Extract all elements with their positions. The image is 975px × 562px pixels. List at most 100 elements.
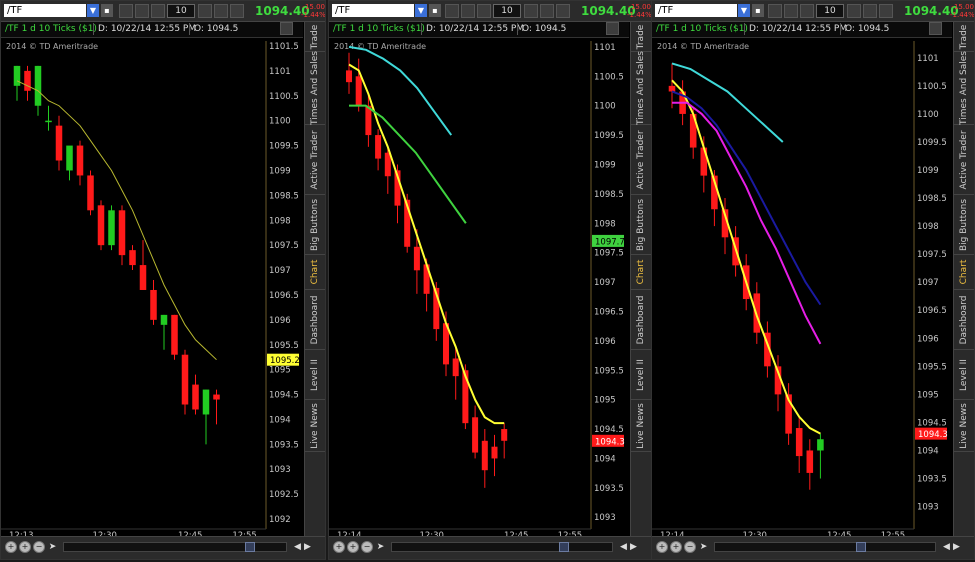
y-tick-label: 1099 bbox=[594, 160, 616, 170]
side-tab-level-ii[interactable]: Level II bbox=[954, 350, 974, 400]
candle-body bbox=[66, 145, 73, 171]
side-tab-live-news[interactable]: Live News bbox=[954, 400, 974, 452]
zoom-in-icon[interactable]: + bbox=[19, 541, 31, 553]
pan-icon[interactable]: + bbox=[333, 541, 345, 553]
scroll-right-icon[interactable]: ▶ bbox=[952, 541, 961, 553]
y-tick-label: 1095.5 bbox=[594, 366, 624, 376]
candle-body bbox=[108, 210, 115, 246]
y-tick-label: 1100.5 bbox=[269, 92, 299, 102]
side-tab-chart[interactable]: Chart bbox=[305, 255, 325, 290]
side-tab-level-ii[interactable]: Level II bbox=[305, 350, 325, 400]
scroll-left-icon[interactable]: ◀ bbox=[619, 541, 628, 553]
zoom-in-icon[interactable]: + bbox=[347, 541, 359, 553]
side-tab-times-and-sales[interactable]: Times And Sales bbox=[631, 51, 651, 125]
zoom-in-icon[interactable]: + bbox=[670, 541, 682, 553]
y-tick-label: 1096 bbox=[269, 316, 291, 326]
zoom-out-icon[interactable]: − bbox=[684, 541, 696, 553]
candle-body bbox=[181, 354, 189, 405]
side-tab-live-news[interactable]: Live News bbox=[631, 400, 651, 452]
pointer-icon[interactable]: ➤ bbox=[48, 541, 57, 553]
side-tab-chart[interactable]: Chart bbox=[631, 255, 651, 290]
y-tick-label: 1101 bbox=[917, 54, 939, 64]
candle-body bbox=[472, 417, 479, 453]
candle-body bbox=[24, 70, 31, 91]
candle-body bbox=[213, 394, 220, 400]
side-tab-label: Chart bbox=[310, 259, 320, 285]
side-tab-live-news[interactable]: Live News bbox=[305, 400, 325, 452]
y-tick-label: 1100 bbox=[917, 110, 939, 120]
price-chart[interactable]: 1101 1100.5 1100 1099.5 1099 1098.5 1098 1097.5… bbox=[329, 1, 631, 539]
side-tab-trade[interactable]: Trade bbox=[305, 22, 325, 52]
y-tick-label: 1093.5 bbox=[917, 475, 947, 485]
scroll-thumb[interactable] bbox=[856, 542, 866, 552]
chart-bottom-bar: + + − ➤ ◀ ▶ bbox=[1, 536, 325, 559]
side-tab-label: Dashboard bbox=[636, 295, 646, 344]
y-tick-label: 1098.5 bbox=[594, 190, 624, 200]
side-tab-level-ii[interactable]: Level II bbox=[631, 350, 651, 400]
pan-icon[interactable]: + bbox=[656, 541, 668, 553]
pointer-icon[interactable]: ➤ bbox=[699, 541, 708, 553]
y-tick-label: 1095 bbox=[594, 396, 616, 406]
scroll-thumb[interactable] bbox=[245, 542, 255, 552]
y-tick-label: 1099 bbox=[269, 166, 291, 176]
side-tab-active-trader[interactable]: Active Trader bbox=[631, 125, 651, 195]
scroll-right-icon[interactable]: ▶ bbox=[629, 541, 638, 553]
side-tab-label: Trade bbox=[310, 24, 320, 49]
side-tab-label: Level II bbox=[636, 358, 646, 391]
y-tick-label: 1093 bbox=[594, 513, 616, 523]
side-tab-dashboard[interactable]: Dashboard bbox=[631, 290, 651, 350]
side-tab-big-buttons[interactable]: Big Buttons bbox=[954, 195, 974, 255]
side-tab-active-trader[interactable]: Active Trader bbox=[305, 125, 325, 195]
side-tab-label: Big Buttons bbox=[310, 198, 320, 251]
candle-body bbox=[817, 439, 824, 451]
price-marker-label: 1094.3 bbox=[918, 430, 948, 440]
side-tab-times-and-sales[interactable]: Times And Sales bbox=[305, 51, 325, 125]
side-tab-label: Chart bbox=[636, 259, 646, 285]
scroll-right-icon[interactable]: ▶ bbox=[303, 541, 312, 553]
zoom-out-icon[interactable]: − bbox=[361, 541, 373, 553]
side-tab-label: Trade bbox=[959, 24, 969, 49]
y-tick-label: 1100.5 bbox=[594, 72, 624, 82]
side-tab-label: Level II bbox=[959, 358, 969, 391]
side-tab-big-buttons[interactable]: Big Buttons bbox=[305, 195, 325, 255]
candle-body bbox=[87, 175, 94, 211]
y-tick-label: 1093 bbox=[269, 465, 291, 475]
y-tick-label: 1092 bbox=[269, 515, 291, 525]
candle-body bbox=[795, 428, 803, 457]
side-tab-label: Dashboard bbox=[959, 295, 969, 344]
price-chart[interactable]: 1101 1100.5 1100 1099.5 1099 1098.5 1098 1097.5… bbox=[652, 1, 954, 539]
y-tick-label: 1096 bbox=[917, 334, 939, 344]
side-tab-trade[interactable]: Trade bbox=[631, 22, 651, 52]
side-tab-label: Times And Sales bbox=[959, 51, 969, 125]
side-tab-label: Times And Sales bbox=[636, 51, 646, 125]
candle-body bbox=[13, 65, 21, 86]
scrollbar[interactable] bbox=[714, 542, 936, 552]
scroll-left-icon[interactable]: ◀ bbox=[942, 541, 951, 553]
y-tick-label: 1099 bbox=[917, 166, 939, 176]
scrollbar[interactable] bbox=[391, 542, 613, 552]
side-tab-times-and-sales[interactable]: Times And Sales bbox=[954, 51, 974, 125]
candle-body bbox=[345, 70, 353, 83]
chart-panel-2: /TF ▼ ▪ 10 1094.40 -15.00 -1.44% /TF 1 d … bbox=[328, 0, 652, 560]
side-tab-chart[interactable]: Chart bbox=[954, 255, 974, 290]
scroll-thumb[interactable] bbox=[559, 542, 569, 552]
side-tab-big-buttons[interactable]: Big Buttons bbox=[631, 195, 651, 255]
zoom-out-icon[interactable]: − bbox=[33, 541, 45, 553]
side-tab-label: Big Buttons bbox=[959, 198, 969, 251]
price-chart[interactable]: 1101.5 1101 1100.5 1100 1099.5 1099 1098.5 1098… bbox=[1, 1, 305, 539]
candle-body bbox=[202, 389, 210, 415]
side-tab-active-trader[interactable]: Active Trader bbox=[954, 125, 974, 195]
scroll-left-icon[interactable]: ◀ bbox=[293, 541, 302, 553]
price-marker-label: 1097.7 bbox=[595, 237, 625, 247]
y-tick-label: 1097.5 bbox=[269, 241, 299, 251]
side-tab-dashboard[interactable]: Dashboard bbox=[305, 290, 325, 350]
side-tab-trade[interactable]: Trade bbox=[954, 22, 974, 52]
side-tab-label: Active Trader bbox=[636, 129, 646, 190]
y-tick-label: 1098.5 bbox=[269, 191, 299, 201]
candle-body bbox=[192, 384, 199, 410]
pan-icon[interactable]: + bbox=[5, 541, 17, 553]
side-tab-dashboard[interactable]: Dashboard bbox=[954, 290, 974, 350]
pointer-icon[interactable]: ➤ bbox=[376, 541, 385, 553]
y-tick-label: 1101 bbox=[269, 67, 291, 77]
candle-body bbox=[118, 210, 126, 256]
